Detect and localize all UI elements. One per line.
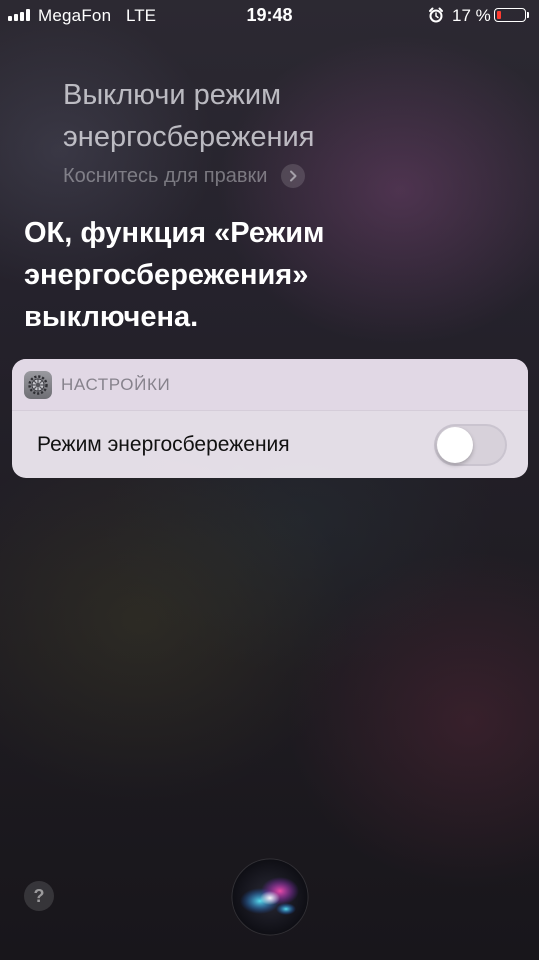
tap-to-edit-link[interactable]: Коснитесь для правки [63,164,306,188]
response-line: энергосбережения» [24,259,309,291]
help-button[interactable]: ? [24,881,54,911]
alarm-clock-icon [429,7,443,23]
response-line: ОК, функция «Режим [24,217,325,249]
battery-cap [527,12,529,18]
low-power-mode-row: Режим энергосбережения [12,411,528,478]
tap-to-edit-label: Коснитесь для правки [63,164,268,187]
request-line: Выключи режим [63,79,282,111]
help-icon: ? [33,885,45,906]
response-line: выключена. [24,301,199,333]
siri-orb-icon[interactable] [230,857,310,937]
siri-response: ОК, функция «Режим энергосбережения» вык… [24,212,424,338]
settings-gear-icon [24,370,52,399]
settings-card: НАСТРОЙКИ Режим энергосбережения [12,359,528,478]
battery-level-fill [497,11,501,19]
user-request[interactable]: Выключи режим энергосбережения [63,74,463,158]
settings-card-header[interactable]: НАСТРОЙКИ [12,359,528,411]
request-line: энергосбережения [63,121,315,153]
toggle-knob [437,427,473,463]
chevron-right-icon [281,164,306,188]
low-power-mode-toggle[interactable] [434,424,507,466]
low-power-mode-label: Режим энергосбережения [37,433,290,456]
battery-percent: 17 % [452,6,491,25]
battery-icon [494,8,529,22]
settings-app-title: НАСТРОЙКИ [61,374,171,394]
status-bar: MegaFon LTE 19:48 17 % [0,0,539,30]
